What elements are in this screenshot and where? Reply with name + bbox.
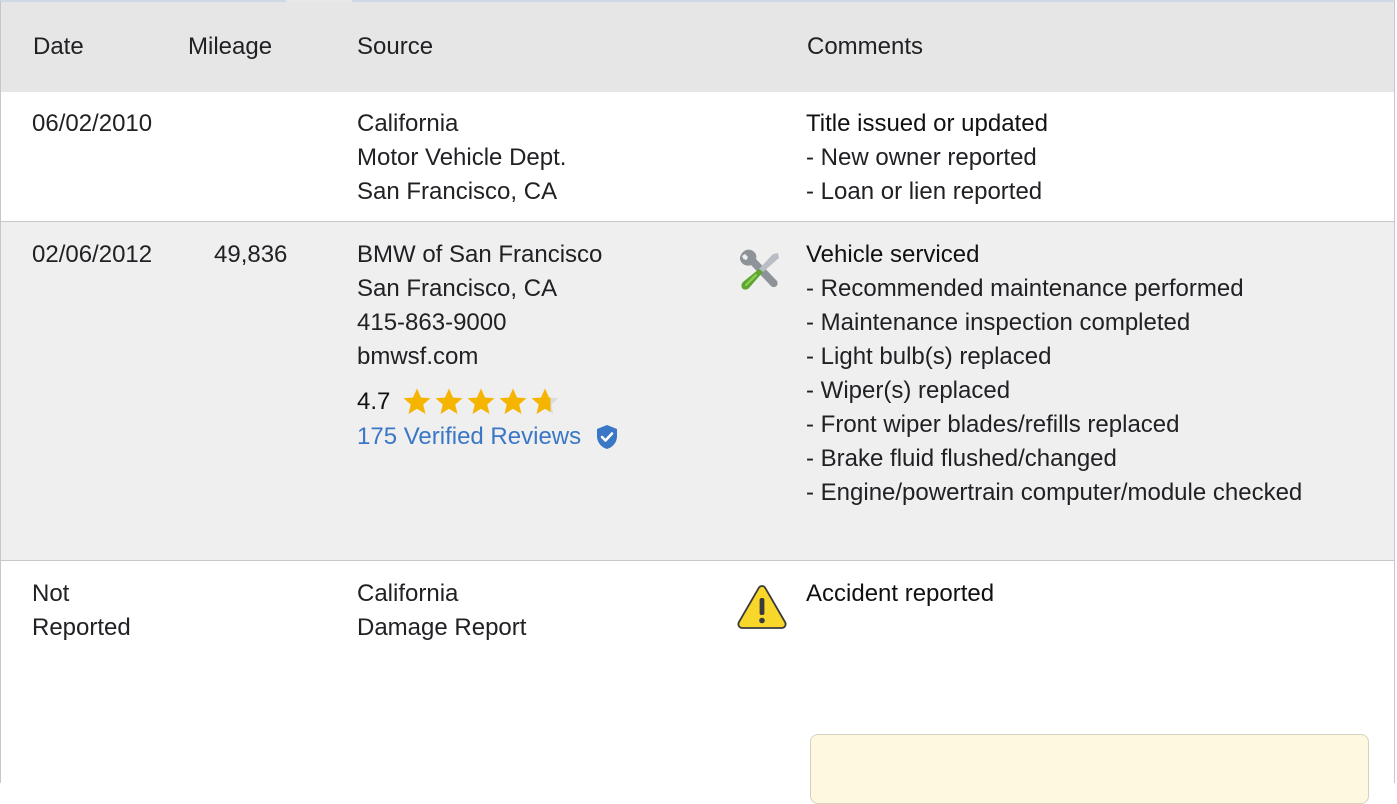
row-comments: Title issued or updated - New owner repo… (806, 107, 1048, 209)
warning-triangle-icon (737, 585, 787, 629)
column-header-comments: Comments (807, 33, 924, 60)
source-line: Damage Report (357, 614, 527, 641)
comment-title: Title issued or updated (806, 110, 1048, 137)
date-line: Reported (32, 614, 131, 641)
row-date: 02/06/2012 (32, 241, 153, 268)
comment-line: - Brake fluid flushed/changed (806, 445, 1117, 472)
accident-note-box (810, 734, 1369, 804)
table-row: 06/02/2010 California Motor Vehicle Dept… (1, 92, 1394, 222)
star-icon (435, 388, 463, 414)
comment-title: Vehicle serviced (806, 241, 980, 268)
row-source: BMW of San Francisco San Francisco, CA 4… (357, 238, 619, 454)
row-mileage: 49,836 (214, 241, 288, 268)
comment-line: - Wiper(s) replaced (806, 377, 1011, 404)
source-line: San Francisco, CA (357, 178, 558, 205)
row-date: 06/02/2010 (32, 110, 153, 137)
source-line: Motor Vehicle Dept. (357, 144, 567, 171)
source-line: 415-863-9000 (357, 309, 507, 336)
row-date: Not Reported (32, 577, 131, 645)
row-comments: Accident reported (806, 577, 994, 611)
comment-line: - Maintenance inspection completed (806, 309, 1191, 336)
source-line: bmwsf.com (357, 343, 479, 370)
row-comments: Vehicle serviced - Recommended maintenan… (806, 238, 1326, 510)
table-header: Date Mileage Source Comments (1, 2, 1394, 93)
verified-shield-icon (597, 425, 618, 449)
source-line: San Francisco, CA (357, 275, 558, 302)
verified-reviews-link[interactable]: 175 Verified Reviews (357, 420, 619, 454)
reviews-link-text[interactable]: 175 Verified Reviews (357, 420, 581, 454)
comment-line: - Recommended maintenance performed (806, 275, 1244, 302)
star-icon (499, 388, 527, 414)
row-source: California Motor Vehicle Dept. San Franc… (357, 107, 566, 209)
table-row: Not Reported California Damage Report Ac… (1, 561, 1394, 804)
column-header-date: Date (33, 33, 84, 60)
star-icon (531, 388, 559, 414)
comment-line: - Front wiper blades/refills replaced (806, 411, 1180, 438)
wrench-screwdriver-icon (740, 249, 779, 290)
source-line: BMW of San Francisco (357, 241, 603, 268)
dealer-rating: 4.7 (357, 384, 619, 420)
table-row: 02/06/2012 49,836 BMW of San Francisco S… (1, 222, 1394, 561)
star-icon (467, 388, 495, 414)
row-source: California Damage Report (357, 577, 526, 645)
source-line: California (357, 110, 459, 137)
date-line: Not (32, 580, 70, 607)
star-icon (403, 388, 431, 414)
comment-line: - Engine/powertrain computer/module chec… (806, 479, 1303, 506)
rating-value: 4.7 (357, 388, 391, 415)
rating-stars (402, 387, 560, 417)
source-line: California (357, 580, 459, 607)
column-header-mileage: Mileage (188, 33, 273, 60)
comment-title: Accident reported (806, 580, 995, 607)
comment-line: - New owner reported (806, 144, 1037, 171)
comment-line: - Light bulb(s) replaced (806, 343, 1052, 370)
column-header-source: Source (357, 33, 434, 60)
comment-line: - Loan or lien reported (806, 178, 1043, 205)
